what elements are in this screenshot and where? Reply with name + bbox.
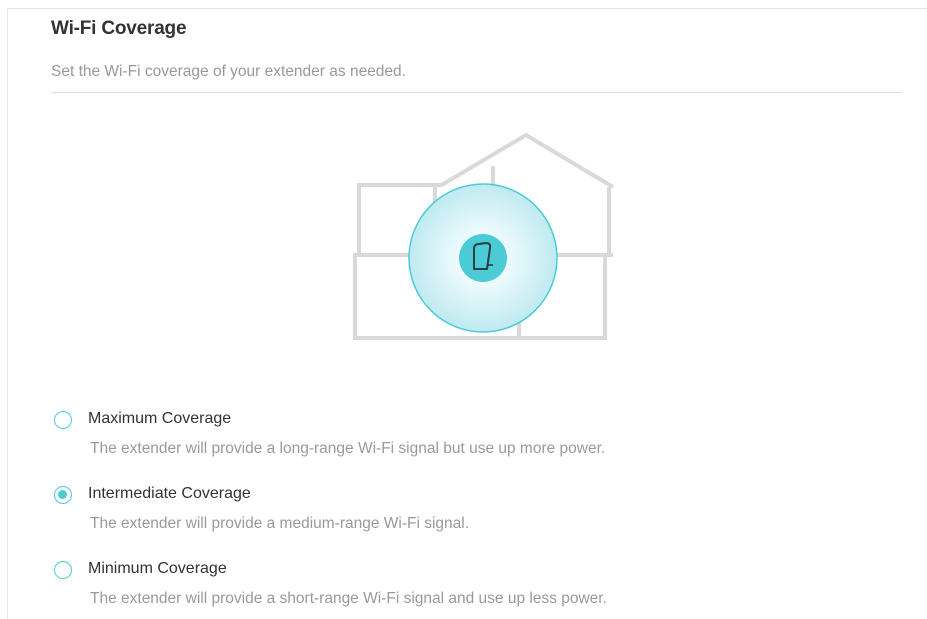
option-description: The extender will provide a short-range …	[90, 590, 607, 607]
section-subtitle: Set the Wi-Fi coverage of your extender …	[51, 63, 406, 80]
option-label[interactable]: Maximum Coverage	[88, 410, 231, 428]
coverage-illustration	[353, 132, 615, 340]
section-title: Wi-Fi Coverage	[51, 18, 187, 39]
wifi-coverage-panel: Wi-Fi Coverage Set the Wi-Fi coverage of…	[7, 8, 927, 619]
option-description: The extender will provide a long-range W…	[90, 440, 606, 457]
radio-minimum-coverage[interactable]	[54, 561, 72, 579]
radio-intermediate-coverage[interactable]	[54, 486, 72, 504]
radio-maximum-coverage[interactable]	[54, 411, 72, 429]
option-description: The extender will provide a medium-range…	[90, 515, 470, 532]
option-label[interactable]: Intermediate Coverage	[88, 485, 251, 503]
divider	[51, 92, 902, 93]
option-label[interactable]: Minimum Coverage	[88, 560, 227, 578]
extender-device-icon	[459, 234, 507, 282]
